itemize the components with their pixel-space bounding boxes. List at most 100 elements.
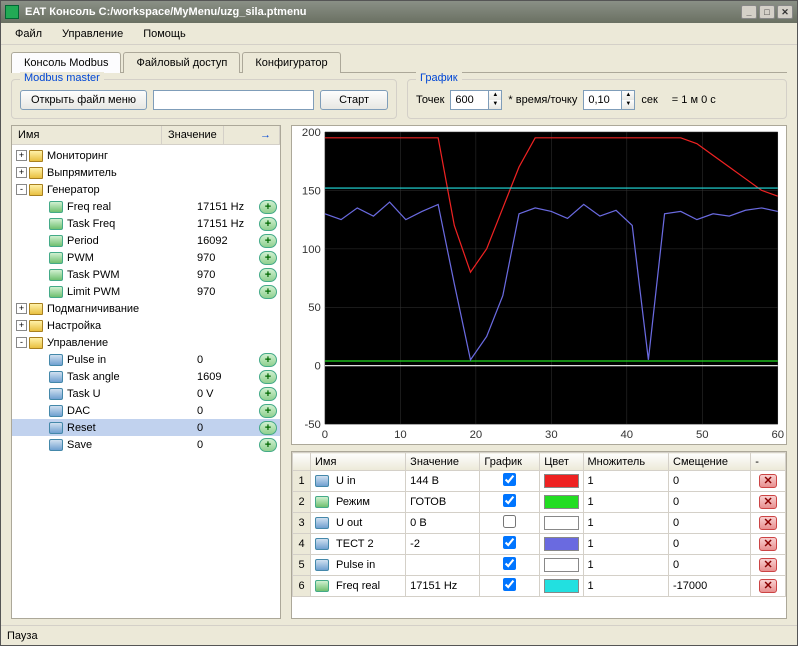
series-name[interactable]: ТЕСТ 2 <box>311 534 406 555</box>
add-to-chart-button[interactable]: + <box>259 200 277 214</box>
series-name[interactable]: Pulse in <box>311 555 406 576</box>
close-button[interactable]: ✕ <box>777 5 793 19</box>
spin-up-icon[interactable]: ▲ <box>489 91 501 100</box>
plot-checkbox[interactable] <box>503 536 516 549</box>
color-cell[interactable] <box>540 534 583 555</box>
open-file-button[interactable]: Открыть файл меню <box>20 90 147 110</box>
series-name[interactable]: U out <box>311 513 406 534</box>
grid-header[interactable]: Смещение <box>669 453 751 471</box>
offset-cell[interactable]: 0 <box>669 471 751 492</box>
spin-down-icon[interactable]: ▼ <box>489 100 501 109</box>
offset-cell[interactable]: 0 <box>669 513 751 534</box>
tree-param[interactable]: Task U0 V+ <box>12 385 280 402</box>
tab-console[interactable]: Консоль Modbus <box>11 52 121 73</box>
plot-checkbox-cell[interactable] <box>480 576 540 597</box>
tree-param[interactable]: Save0+ <box>12 436 280 453</box>
color-cell[interactable] <box>540 471 583 492</box>
file-path-input[interactable] <box>153 90 314 110</box>
tree-expand-arrow-icon[interactable]: → <box>252 126 280 144</box>
plot-checkbox[interactable] <box>503 515 516 528</box>
color-cell[interactable] <box>540 555 583 576</box>
multiplier-cell[interactable]: 1 <box>583 492 669 513</box>
plot-checkbox-cell[interactable] <box>480 513 540 534</box>
grid-header[interactable]: Имя <box>311 453 406 471</box>
grid-row[interactable]: 5 Pulse in10✕ <box>293 555 786 576</box>
delete-row-button[interactable]: ✕ <box>759 495 777 509</box>
spin-down-icon[interactable]: ▼ <box>622 100 634 109</box>
tree-folder[interactable]: +Подмагничивание <box>12 300 280 317</box>
tree-param[interactable]: Period16092+ <box>12 232 280 249</box>
tree-folder[interactable]: +Настройка <box>12 317 280 334</box>
menu-file[interactable]: Файл <box>5 25 52 43</box>
tree-folder[interactable]: -Управление <box>12 334 280 351</box>
expand-icon[interactable]: - <box>16 337 27 348</box>
multiplier-cell[interactable]: 1 <box>583 534 669 555</box>
tree-folder[interactable]: +Мониторинг <box>12 147 280 164</box>
grid-row[interactable]: 3 U out0 В10✕ <box>293 513 786 534</box>
tree-header-name[interactable]: Имя <box>12 126 162 144</box>
time-spinner[interactable]: ▲▼ <box>583 90 635 110</box>
expand-icon[interactable]: - <box>16 184 27 195</box>
multiplier-cell[interactable]: 1 <box>583 513 669 534</box>
tree-param[interactable]: Task PWM970+ <box>12 266 280 283</box>
tree-param[interactable]: Pulse in0+ <box>12 351 280 368</box>
grid-header[interactable]: Множитель <box>583 453 669 471</box>
plot-checkbox[interactable] <box>503 473 516 486</box>
expand-icon[interactable]: + <box>16 303 27 314</box>
series-name[interactable]: Режим <box>311 492 406 513</box>
tab-file-access[interactable]: Файловый доступ <box>123 52 240 73</box>
offset-cell[interactable]: 0 <box>669 555 751 576</box>
menu-control[interactable]: Управление <box>52 25 133 43</box>
add-to-chart-button[interactable]: + <box>259 370 277 384</box>
add-to-chart-button[interactable]: + <box>259 421 277 435</box>
tree-folder[interactable]: -Генератор <box>12 181 280 198</box>
color-cell[interactable] <box>540 492 583 513</box>
multiplier-cell[interactable]: 1 <box>583 555 669 576</box>
plot-checkbox-cell[interactable] <box>480 555 540 576</box>
titlebar[interactable]: EAT Консоль C:/workspace/MyMenu/uzg_sila… <box>1 1 797 23</box>
plot-checkbox-cell[interactable] <box>480 492 540 513</box>
plot-checkbox-cell[interactable] <box>480 471 540 492</box>
tree-param[interactable]: Limit PWM970+ <box>12 283 280 300</box>
grid-header[interactable] <box>293 453 311 471</box>
delete-row-button[interactable]: ✕ <box>759 474 777 488</box>
time-input[interactable] <box>583 90 621 110</box>
series-name[interactable]: U in <box>311 471 406 492</box>
color-cell[interactable] <box>540 576 583 597</box>
plot-checkbox-cell[interactable] <box>480 534 540 555</box>
grid-row[interactable]: 2 РежимГОТОВ10✕ <box>293 492 786 513</box>
add-to-chart-button[interactable]: + <box>259 387 277 401</box>
offset-cell[interactable]: -17000 <box>669 576 751 597</box>
series-name[interactable]: Freq real <box>311 576 406 597</box>
tree-param[interactable]: PWM970+ <box>12 249 280 266</box>
start-button[interactable]: Старт <box>320 90 388 110</box>
multiplier-cell[interactable]: 1 <box>583 576 669 597</box>
points-input[interactable] <box>450 90 488 110</box>
spin-up-icon[interactable]: ▲ <box>622 91 634 100</box>
multiplier-cell[interactable]: 1 <box>583 471 669 492</box>
add-to-chart-button[interactable]: + <box>259 217 277 231</box>
tree-param[interactable]: Freq real17151 Hz+ <box>12 198 280 215</box>
menu-help[interactable]: Помощь <box>133 25 196 43</box>
offset-cell[interactable]: 0 <box>669 492 751 513</box>
grid-row[interactable]: 4 ТЕСТ 2-210✕ <box>293 534 786 555</box>
offset-cell[interactable]: 0 <box>669 534 751 555</box>
tab-config[interactable]: Конфигуратор <box>242 52 340 73</box>
delete-row-button[interactable]: ✕ <box>759 537 777 551</box>
plot-checkbox[interactable] <box>503 578 516 591</box>
tree-param[interactable]: Task Freq17151 Hz+ <box>12 215 280 232</box>
add-to-chart-button[interactable]: + <box>259 268 277 282</box>
tree-param[interactable]: Reset0+ <box>12 419 280 436</box>
plot-checkbox[interactable] <box>503 494 516 507</box>
expand-icon[interactable]: + <box>16 320 27 331</box>
expand-icon[interactable]: + <box>16 167 27 178</box>
tree-header-value[interactable]: Значение <box>162 126 224 144</box>
tree-folder[interactable]: +Выпрямитель <box>12 164 280 181</box>
grid-header[interactable]: - <box>751 453 786 471</box>
tree-param[interactable]: Task angle1609+ <box>12 368 280 385</box>
color-cell[interactable] <box>540 513 583 534</box>
points-spinner[interactable]: ▲▼ <box>450 90 502 110</box>
delete-row-button[interactable]: ✕ <box>759 558 777 572</box>
grid-header[interactable]: Цвет <box>540 453 583 471</box>
add-to-chart-button[interactable]: + <box>259 285 277 299</box>
